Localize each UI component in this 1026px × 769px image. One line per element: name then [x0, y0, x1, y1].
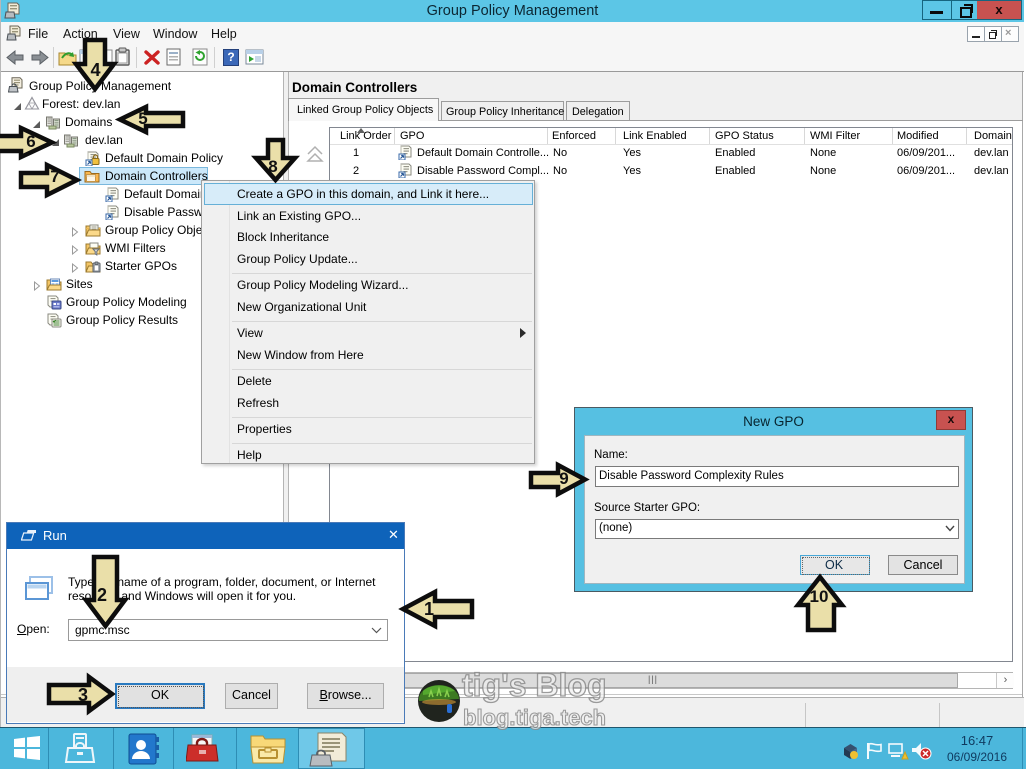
svg-text:5: 5 — [138, 109, 147, 128]
svg-text:2: 2 — [97, 585, 107, 605]
svg-text:8: 8 — [268, 157, 277, 176]
svg-text:10: 10 — [810, 587, 829, 606]
svg-text:1: 1 — [424, 599, 434, 619]
svg-text:4: 4 — [90, 60, 100, 80]
svg-text:6: 6 — [26, 132, 35, 151]
svg-text:3: 3 — [78, 685, 88, 705]
svg-text:9: 9 — [559, 469, 568, 488]
svg-text:7: 7 — [50, 167, 59, 186]
